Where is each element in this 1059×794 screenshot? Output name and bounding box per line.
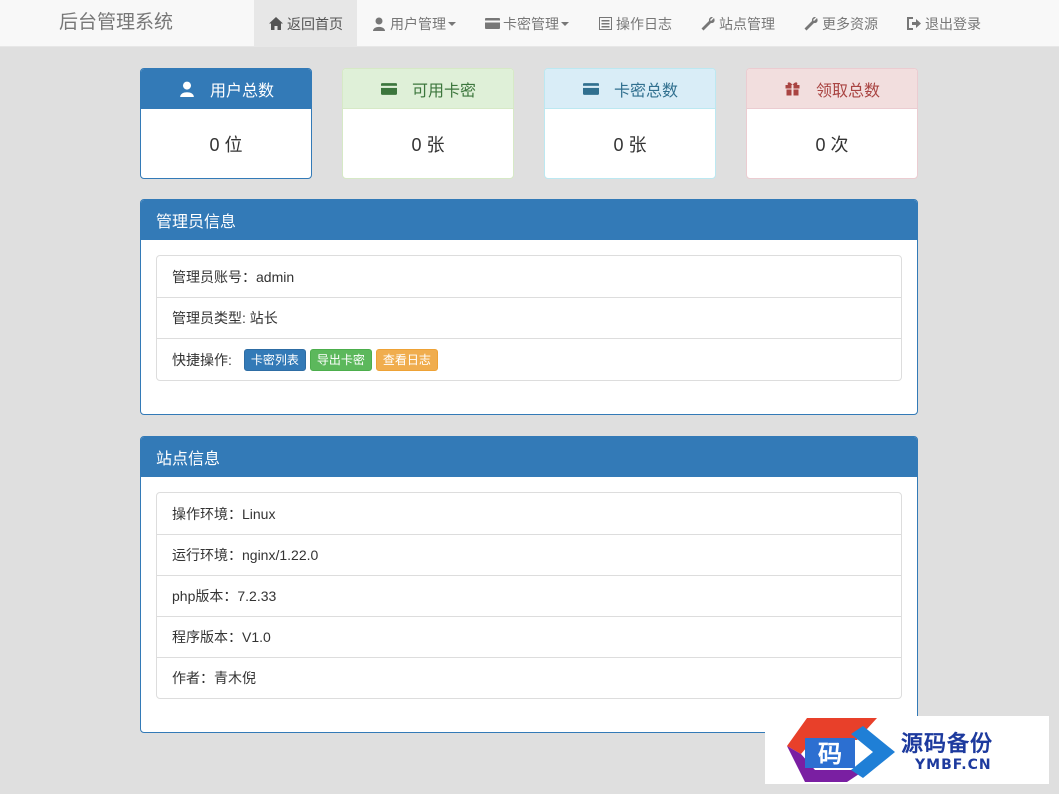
user-icon [178, 81, 196, 97]
server-environment: 运行环境：nginx/1.22.0 [172, 547, 319, 563]
caret-down-icon [561, 21, 569, 26]
nav-home-label: 返回首页 [287, 15, 343, 32]
nav-more-label: 更多资源 [822, 15, 878, 32]
stat-label: 卡密总数 [613, 82, 678, 100]
stat-card-total-users: 用户总数 0 位 [140, 68, 312, 179]
home-icon [268, 17, 284, 31]
admin-type-row: 管理员类型: 站长 [157, 297, 901, 338]
admin-account-row: 管理员账号：admin [157, 256, 901, 297]
stat-label: 用户总数 [209, 82, 274, 100]
credit-card-icon [484, 17, 500, 31]
watermark-title: 源码备份 [901, 731, 994, 757]
list-alt-icon [597, 17, 613, 31]
panel-title: 站点信息 [141, 437, 917, 477]
nav-home[interactable]: 返回首页 [254, 0, 357, 47]
stat-value: 0 张 [613, 135, 647, 155]
admin-type: 管理员类型: 站长 [172, 310, 278, 326]
site-info-list: 操作环境：Linux 运行环境：nginx/1.22.0 php版本：7.2.3… [156, 492, 902, 699]
stat-value: 0 位 [209, 135, 243, 155]
credit-card-icon [380, 81, 398, 97]
credit-card-icon [582, 81, 600, 97]
site-info-row: 作者：青木倪 [157, 657, 901, 698]
nav-operation-log[interactable]: 操作日志 [583, 0, 686, 47]
nav-logout[interactable]: 退出登录 [892, 0, 995, 47]
top-navbar: 后台管理系统 返回首页 用户管理 卡密管理 操作日志 站点管理 更多资源 退出登… [0, 0, 1059, 47]
view-logs-button[interactable]: 查看日志 [375, 348, 438, 371]
watermark-url: YMBF.CN [915, 757, 992, 773]
quick-actions-row: 快捷操作: 卡密列表 导出卡密 查看日志 [157, 338, 901, 380]
watermark-logo: 码 源码备份 YMBF.CN [765, 716, 1049, 784]
stat-value: 0 次 [815, 135, 849, 155]
nav-user-label: 用户管理 [390, 15, 446, 32]
watermark-logo-char: 码 [818, 739, 842, 768]
caret-down-icon [448, 21, 456, 26]
admin-account: 管理员账号：admin [172, 268, 295, 285]
os-environment: 操作环境：Linux [172, 505, 276, 522]
quick-actions-label: 快捷操作: [172, 351, 232, 368]
nav-log-label: 操作日志 [616, 15, 672, 32]
site-info-panel: 站点信息 操作环境：Linux 运行环境：nginx/1.22.0 php版本：… [140, 436, 918, 733]
stat-card-header: 可用卡密 [343, 69, 513, 109]
main-nav: 返回首页 用户管理 卡密管理 操作日志 站点管理 更多资源 退出登录 [254, 0, 995, 47]
stat-card-header: 领取总数 [747, 69, 917, 109]
stat-card-claimed-total: 领取总数 0 次 [746, 68, 918, 179]
stat-card-available-cards: 可用卡密 0 张 [342, 68, 514, 179]
nav-card-management[interactable]: 卡密管理 [470, 0, 583, 47]
site-info-row: php版本：7.2.33 [157, 575, 901, 616]
brand-title[interactable]: 后台管理系统 [59, 11, 173, 35]
nav-logout-label: 退出登录 [925, 15, 981, 32]
card-list-button[interactable]: 卡密列表 [243, 348, 306, 371]
stat-card-header: 卡密总数 [545, 69, 715, 109]
gift-icon [784, 81, 802, 97]
admin-info-panel: 管理员信息 管理员账号：admin 管理员类型: 站长 快捷操作: 卡密列表 导… [140, 199, 918, 415]
export-cards-button[interactable]: 导出卡密 [309, 348, 372, 371]
author: 作者：青木倪 [172, 670, 256, 686]
site-info-row: 操作环境：Linux [157, 493, 901, 534]
site-info-row: 运行环境：nginx/1.22.0 [157, 534, 901, 575]
wrench-icon [803, 16, 819, 31]
stat-card-header: 用户总数 [141, 69, 311, 109]
watermark-graphic: 码 [787, 718, 895, 782]
nav-site-label: 站点管理 [719, 15, 775, 32]
nav-card-label: 卡密管理 [503, 15, 559, 32]
nav-user-management[interactable]: 用户管理 [357, 0, 470, 47]
nav-site-management[interactable]: 站点管理 [686, 0, 789, 47]
log-out-icon [906, 17, 922, 31]
app-version: 程序版本：V1.0 [172, 629, 271, 645]
stat-card-total-cards: 卡密总数 0 张 [544, 68, 716, 179]
php-version: php版本：7.2.33 [172, 588, 277, 604]
nav-more-resources[interactable]: 更多资源 [789, 0, 892, 47]
wrench-icon [700, 16, 716, 31]
admin-info-list: 管理员账号：admin 管理员类型: 站长 快捷操作: 卡密列表 导出卡密 查看… [156, 255, 902, 381]
stat-label: 领取总数 [815, 82, 880, 100]
stat-value: 0 张 [411, 135, 445, 155]
panel-title: 管理员信息 [141, 200, 917, 240]
site-info-row: 程序版本：V1.0 [157, 616, 901, 657]
user-icon [371, 17, 387, 31]
stat-label: 可用卡密 [411, 82, 476, 100]
